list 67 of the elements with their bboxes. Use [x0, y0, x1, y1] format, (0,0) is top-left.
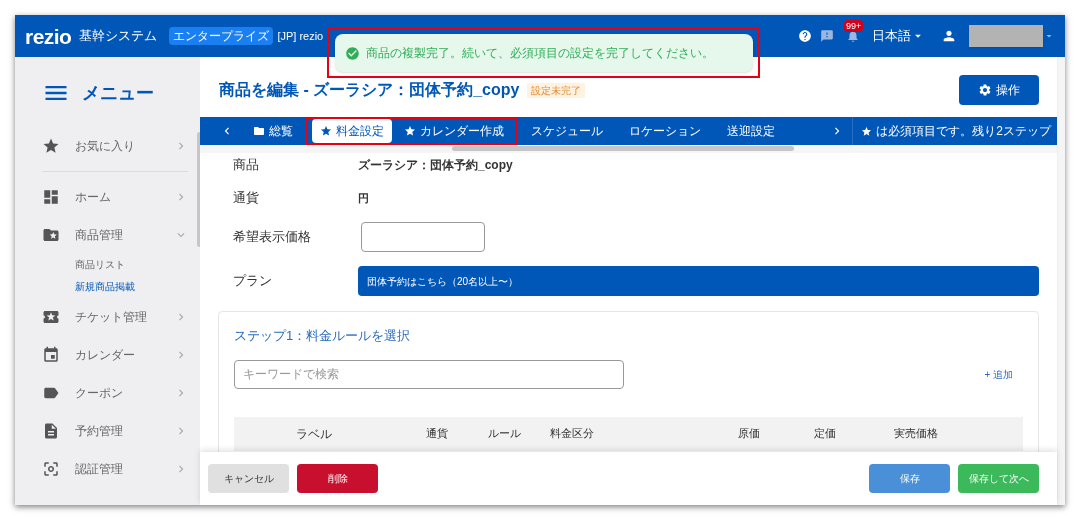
tab[interactable]: ロケーション [621, 119, 709, 143]
sidebar-item[interactable]: 商品管理 [75, 226, 174, 244]
feedback-icon[interactable] [820, 29, 834, 43]
workspace-name: [JP] rezio [277, 28, 324, 44]
column-header: 定価 [814, 426, 837, 442]
column-header: 通貨 [426, 426, 449, 442]
page-title: 商品を編集 - ズーラシア：団体予約_copy [219, 80, 520, 100]
notification-badge: 99+ [844, 20, 864, 32]
sidebar-subitem[interactable]: 新規商品掲載 [75, 276, 188, 298]
system-name: 基幹システム [79, 27, 158, 46]
tab[interactable]: スケジュール [523, 119, 611, 143]
dashboard-icon [42, 188, 60, 206]
user-icon[interactable] [941, 28, 957, 44]
cancel-button[interactable]: キャンセル [208, 464, 289, 493]
sidebar-item[interactable]: クーポン [75, 384, 174, 402]
folder-icon [42, 226, 60, 244]
tab[interactable]: 送迎設定 [719, 119, 783, 143]
sidebar-item[interactable]: カレンダー [75, 346, 174, 364]
step-title: ステップ1：料金ルールを選択 [234, 327, 412, 345]
scan-icon [42, 460, 60, 478]
help-icon[interactable] [798, 29, 812, 43]
sidebar-item[interactable]: ホーム [75, 188, 174, 206]
menu-title: メニュー [82, 81, 154, 105]
delete-button[interactable]: 削除 [297, 464, 378, 493]
currency-value: 円 [358, 190, 369, 206]
field-label: 通貨 [233, 189, 260, 208]
calendar-icon [42, 346, 60, 364]
sidebar-item[interactable]: 認証管理 [75, 460, 174, 478]
sidebar-item[interactable]: チケット管理 [75, 308, 174, 326]
column-header: 実売価格 [894, 426, 939, 442]
gear-icon [978, 83, 992, 97]
folder-icon [253, 125, 265, 137]
search-field[interactable]: キーワードで検索 [234, 359, 624, 389]
sidebar-subitem[interactable]: 商品リスト [75, 254, 188, 276]
price-field[interactable] [361, 222, 485, 252]
scrollbar[interactable] [452, 146, 794, 151]
column-header: 料金区分 [550, 426, 595, 442]
tab[interactable]: カレンダー作成 [396, 119, 512, 143]
required-note: は必須項目です。残り2ステップ [876, 123, 1051, 140]
star-icon [404, 125, 416, 137]
column-header: 原価 [738, 426, 761, 442]
sidebar-item[interactable]: 予約管理 [75, 422, 174, 440]
product-name: ズーラシア：団体予約_copy [358, 157, 513, 174]
column-header: ルール [488, 426, 522, 442]
ticket-icon [42, 308, 60, 326]
document-icon [42, 422, 60, 440]
plan-bar[interactable]: 団体予約はこちら（20名以上〜） [358, 266, 1039, 296]
field-label: 希望表示価格 [233, 228, 312, 247]
star-icon [42, 137, 60, 155]
sidebar-item[interactable]: お気に入り [75, 137, 174, 155]
check-icon [345, 45, 360, 61]
language-selector[interactable]: 日本語 [872, 26, 925, 46]
save-button[interactable]: 保存 [869, 464, 950, 493]
status-badge: 設定未完了 [527, 82, 586, 98]
tab[interactable]: 料金設定 [312, 119, 392, 143]
star-icon [861, 125, 873, 137]
action-button[interactable]: 操作 [959, 75, 1039, 105]
star-icon [320, 125, 332, 137]
field-label: プラン [233, 272, 273, 291]
logo: rezio [25, 25, 72, 47]
plan-badge: エンタープライズ [169, 27, 274, 45]
tab[interactable]: 総覧 [245, 119, 301, 143]
toast-message: 商品の複製完了。続いて、必須項目の設定を完了してください。 [366, 45, 714, 62]
add-link[interactable]: + 追加 [984, 366, 1013, 382]
column-header: ラベル [296, 425, 333, 443]
field-label: 商品 [233, 156, 260, 175]
bell-icon[interactable] [846, 29, 860, 43]
